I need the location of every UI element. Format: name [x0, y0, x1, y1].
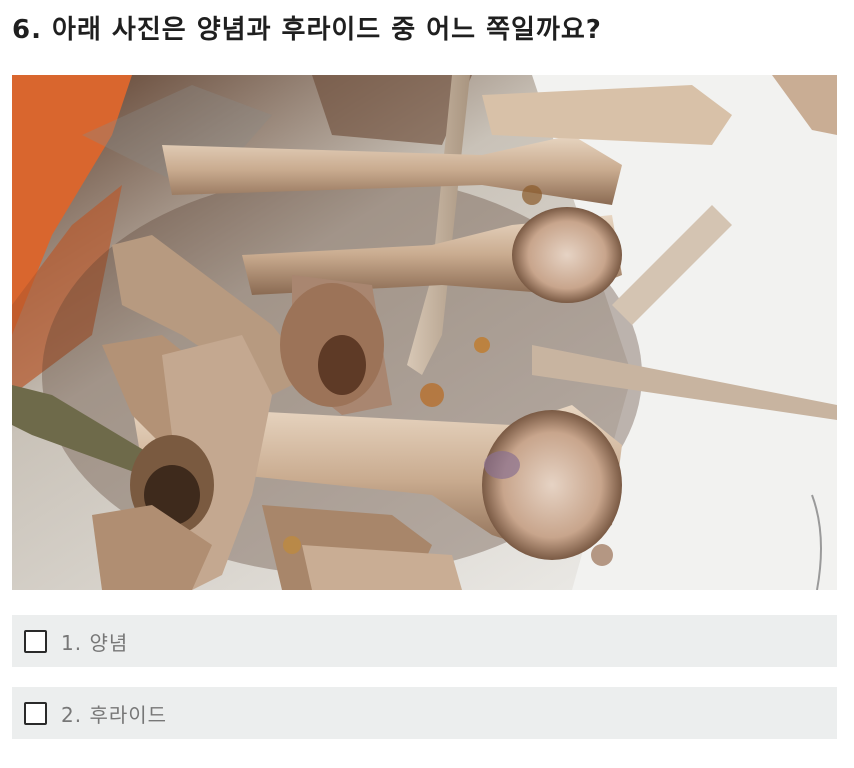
chicken-bones-photo — [12, 75, 837, 590]
answer-option-label: 1. 양념 — [61, 630, 129, 655]
checkbox-icon[interactable] — [24, 629, 47, 653]
quiz-page: 6. 아래 사진은 양념과 후라이드 중 어느 쪽일까요? 1. 양념 2. 후… — [0, 0, 854, 768]
answer-option-label: 2. 후라이드 — [61, 702, 168, 727]
question-title: 6. 아래 사진은 양념과 후라이드 중 어느 쪽일까요? — [12, 15, 602, 45]
answer-option-2[interactable]: 2. 후라이드 — [12, 687, 837, 739]
checkbox-icon[interactable] — [24, 701, 47, 725]
answer-option-1[interactable]: 1. 양념 — [12, 615, 837, 667]
